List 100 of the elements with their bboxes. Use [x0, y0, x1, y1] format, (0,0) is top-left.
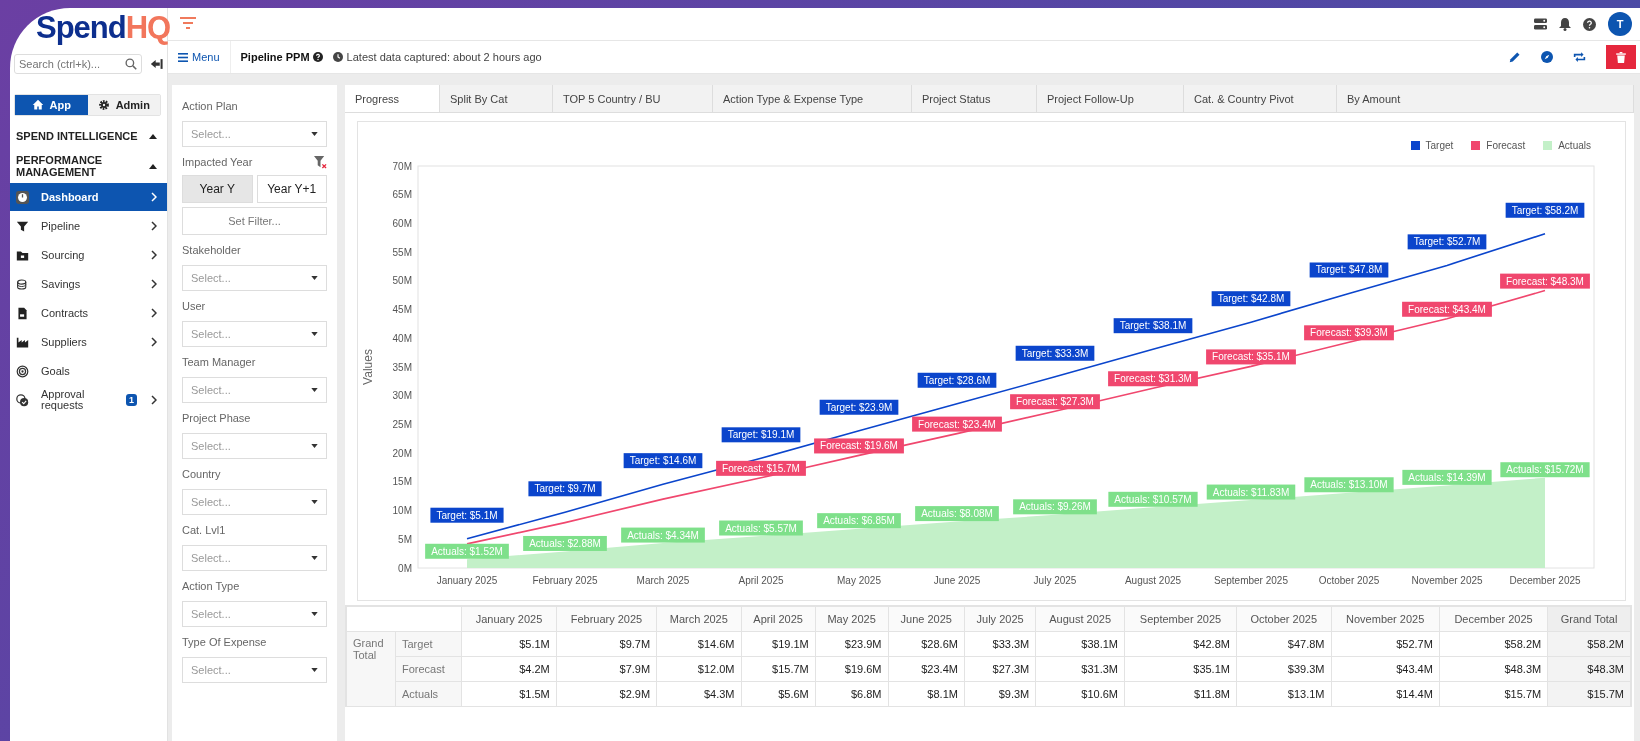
column-header: August 2025 [1035, 606, 1125, 632]
server-icon[interactable] [1534, 18, 1547, 30]
repeat-icon[interactable] [1573, 51, 1586, 63]
nav-item[interactable]: Dashboard [10, 183, 167, 211]
axis-tick-label: 0M [398, 562, 412, 574]
table-cell: $52.7M [1331, 631, 1440, 657]
tab[interactable]: Project Follow-Up [1037, 85, 1184, 112]
nav-item[interactable]: Pipeline [10, 212, 167, 240]
table-cell: $58.2M [1547, 631, 1631, 657]
document-icon [16, 306, 29, 320]
data-label: Target: $28.6M [923, 374, 991, 386]
axis-tick-label: 25M [392, 418, 412, 430]
caret-up-icon[interactable] [149, 133, 157, 139]
menu-button[interactable]: Menu [168, 41, 231, 73]
nav-item[interactable]: Suppliers [10, 328, 167, 356]
axis-tick-label: March 2025 [636, 575, 690, 586]
axis-tick-label: October 2025 [1318, 575, 1380, 586]
filter-label: Action Type [182, 580, 240, 592]
year-toggle[interactable]: Year Y [182, 175, 253, 203]
axis-tick-label: 30M [392, 390, 412, 402]
data-label: Actuals: $10.57M [1108, 491, 1198, 507]
nav-item[interactable]: Savings [10, 270, 167, 298]
table-cell: $19.6M [815, 656, 888, 682]
table-cell: $1.5M [461, 681, 557, 707]
search-field[interactable]: Search (ctrl+k)... [14, 54, 142, 74]
axis-tick-label: November 2025 [1411, 575, 1483, 586]
table-cell: $35.1M [1124, 656, 1237, 682]
axis-tick-label: December 2025 [1509, 575, 1581, 586]
data-label: Target: $14.6M [623, 453, 703, 469]
pencil-icon[interactable] [1509, 51, 1521, 63]
table-cell: $14.6M [656, 631, 741, 657]
tab[interactable]: TOP 5 Country / BU [553, 85, 713, 112]
caret-down-icon [311, 668, 318, 672]
mode-tab[interactable]: App [15, 95, 88, 115]
table-cell: $14.4M [1331, 681, 1440, 707]
clear-filter-icon[interactable] [314, 155, 327, 169]
table-cell: $23.4M [888, 656, 965, 682]
set-filter-button[interactable]: Set Filter... [182, 207, 327, 235]
data-label: Actuals: $1.52M [431, 545, 503, 557]
approval-icon [16, 393, 29, 407]
legend-label: Forecast [1486, 139, 1526, 151]
table-cell: $5.6M [741, 681, 816, 707]
caret-up-icon[interactable] [149, 163, 157, 169]
nav-item[interactable]: Approval requests 1 [10, 386, 167, 414]
column-header: March 2025 [656, 606, 741, 632]
data-label: Target: $19.1M [727, 429, 795, 441]
data-label: Actuals: $5.57M [725, 522, 797, 534]
data-label: Target: $9.7M [528, 481, 602, 497]
table-cell: $47.8M [1236, 631, 1331, 657]
axis-tick-label: 35M [392, 361, 412, 373]
data-label: Target: $58.2M [1505, 202, 1585, 218]
nav-item[interactable]: Goals [10, 357, 167, 385]
search-icon [125, 58, 137, 70]
compass-icon[interactable] [1541, 51, 1553, 63]
section-title[interactable]: PERFORMANCE MANAGEMENT [16, 154, 144, 178]
table-cell: $33.3M [964, 631, 1036, 657]
data-label: Actuals: $8.08M [921, 508, 993, 520]
data-label: Target: $47.8M [1309, 262, 1389, 278]
table-cell: $38.1M [1035, 631, 1125, 657]
column-header: Grand Total [1547, 606, 1631, 632]
caret-down-icon [311, 612, 318, 616]
axis-tick-label: January 2025 [436, 575, 498, 586]
column-header: April 2025 [741, 606, 816, 632]
help-icon[interactable] [312, 52, 323, 62]
tab[interactable]: Project Status [912, 85, 1037, 112]
collapse-icon[interactable] [150, 58, 163, 70]
table-cell: $13.1M [1236, 681, 1331, 707]
data-label: Actuals: $15.72M [1500, 462, 1590, 478]
tab[interactable]: Cat. & Country Pivot [1184, 85, 1337, 112]
help-icon[interactable] [1583, 17, 1596, 31]
section-title[interactable]: SPEND INTELLIGENCE [16, 130, 144, 142]
data-label: Actuals: $10.57M [1114, 493, 1192, 505]
tab[interactable]: Action Type & Expense Type [713, 85, 912, 112]
data-label: Forecast: $19.6M [814, 438, 904, 454]
table-cell: $11.8M [1124, 681, 1237, 707]
nav-item[interactable]: Sourcing [10, 241, 167, 269]
bell-icon[interactable] [1559, 17, 1571, 31]
axis-tick-label: August 2025 [1124, 575, 1182, 586]
table-cell: $15.7M [741, 656, 816, 682]
tab[interactable]: By Amount [1337, 85, 1634, 112]
axis-tick-label: 20M [392, 447, 412, 459]
caret-down-icon [311, 444, 318, 448]
year-toggle[interactable]: Year Y+1 [256, 175, 327, 203]
user-avatar[interactable]: T [1608, 12, 1632, 36]
caret-down-icon [311, 332, 318, 336]
axis-tick-label: September 2025 [1214, 575, 1288, 586]
data-label: Forecast: $39.3M [1310, 327, 1388, 339]
filter-icon[interactable] [180, 17, 196, 31]
table-cell: $15.7M [1439, 681, 1548, 707]
data-label: Target: $33.3M [1021, 347, 1089, 359]
nav-item[interactable]: Contracts [10, 299, 167, 327]
tab[interactable]: Split By Cat [440, 85, 553, 112]
delete-button[interactable] [1606, 45, 1636, 69]
data-label: Actuals: $9.26M [1019, 501, 1091, 513]
data-label: Actuals: $15.72M [1506, 464, 1584, 476]
column-header: September 2025 [1124, 606, 1237, 632]
filter-label: Type Of Expense [182, 636, 267, 648]
data-label: Forecast: $15.7M [722, 462, 800, 474]
filter-label: User [182, 300, 206, 312]
mode-tab[interactable]: Admin [87, 95, 160, 115]
